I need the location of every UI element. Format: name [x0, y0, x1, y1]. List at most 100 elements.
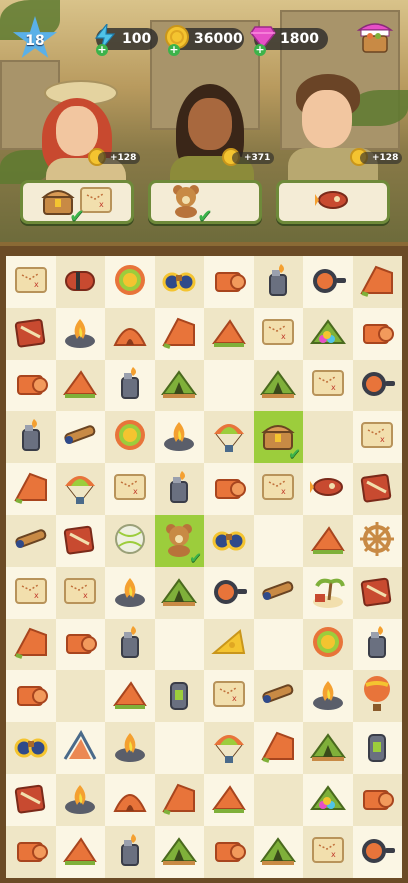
board-cell[interactable] — [105, 825, 155, 878]
ship-wheel-icon[interactable] — [358, 520, 396, 562]
mat-roll-icon[interactable] — [12, 831, 50, 873]
board-cell[interactable] — [6, 825, 56, 878]
telescope-icon[interactable] — [259, 572, 297, 614]
lighter-icon[interactable] — [160, 468, 198, 510]
board-cell[interactable]: x — [303, 825, 353, 878]
add-coins-icon[interactable]: + — [168, 44, 180, 56]
treasure-island-icon[interactable] — [309, 572, 347, 614]
board-cell[interactable] — [55, 722, 105, 774]
mat-roll-icon[interactable] — [61, 623, 99, 665]
map-icon[interactable]: x — [309, 364, 347, 406]
board-cell[interactable] — [303, 670, 353, 723]
board-cell[interactable] — [154, 463, 204, 515]
tent-green-loaded-icon[interactable] — [309, 779, 347, 821]
binoculars-icon[interactable] — [12, 727, 50, 769]
board-cell[interactable] — [55, 307, 105, 360]
board-cell[interactable] — [6, 514, 56, 567]
tent-green-loaded-icon[interactable] — [309, 313, 347, 355]
tent-wedge-icon[interactable] — [61, 364, 99, 406]
frying-pan-icon[interactable] — [210, 572, 248, 614]
cheese-map-icon[interactable] — [210, 623, 248, 665]
board-cell[interactable] — [105, 359, 155, 412]
board-cell[interactable] — [253, 514, 303, 567]
board-cell[interactable] — [253, 825, 303, 878]
tent-wedge-icon[interactable] — [210, 779, 248, 821]
board-cell[interactable] — [303, 514, 353, 567]
board-cell[interactable] — [55, 463, 105, 515]
board-cell[interactable] — [303, 566, 353, 619]
mat-roll-icon[interactable] — [210, 831, 248, 873]
board-cell[interactable] — [303, 411, 353, 464]
board-cell[interactable] — [55, 256, 105, 308]
board-cell[interactable] — [204, 359, 254, 412]
blanket-icon[interactable] — [358, 468, 396, 510]
board-cell[interactable] — [352, 618, 402, 671]
map-icon[interactable]: x — [12, 261, 50, 303]
board-cell[interactable] — [6, 463, 56, 515]
telescope-icon[interactable] — [61, 416, 99, 458]
board-cell[interactable] — [55, 514, 105, 567]
order-card-1[interactable]: x ✔ — [20, 180, 134, 227]
board-cell[interactable] — [253, 359, 303, 412]
board-cell[interactable] — [253, 256, 303, 308]
board-cell[interactable] — [204, 722, 254, 774]
blanket-icon[interactable] — [61, 520, 99, 562]
board-cell[interactable] — [154, 307, 204, 360]
board-cell[interactable] — [154, 256, 204, 308]
tent-orange-icon[interactable] — [12, 468, 50, 510]
board-cell[interactable] — [352, 773, 402, 826]
board-cell[interactable] — [154, 566, 204, 619]
add-energy-icon[interactable]: + — [96, 44, 108, 56]
canister-icon[interactable] — [358, 727, 396, 769]
parachute-icon[interactable] — [61, 468, 99, 510]
frying-pan-icon[interactable] — [309, 261, 347, 303]
map-icon[interactable]: x — [259, 313, 297, 355]
board-cell[interactable] — [204, 825, 254, 878]
campfire-icon[interactable] — [61, 779, 99, 821]
board-cell[interactable] — [352, 670, 402, 723]
board-cell[interactable] — [6, 359, 56, 412]
board-cell[interactable] — [303, 618, 353, 671]
board-cell[interactable] — [204, 411, 254, 464]
board-cell[interactable] — [204, 256, 254, 308]
board-cell[interactable] — [6, 411, 56, 464]
board-cell[interactable] — [303, 722, 353, 774]
blanket-icon[interactable] — [358, 572, 396, 614]
balloon-icon[interactable] — [358, 675, 396, 717]
map-icon[interactable]: x — [12, 572, 50, 614]
board-cell[interactable] — [105, 722, 155, 774]
shop-icon[interactable] — [356, 18, 394, 56]
merge-board[interactable]: x x x ✔ x x x ✔ x x x x — [6, 256, 402, 878]
campfire-icon[interactable] — [111, 572, 149, 614]
rocket-icon[interactable] — [309, 468, 347, 510]
board-cell[interactable] — [6, 618, 56, 671]
board-cell[interactable] — [105, 618, 155, 671]
map-icon[interactable]: x — [61, 572, 99, 614]
tent-wedge-icon[interactable] — [210, 313, 248, 355]
telescope-icon[interactable] — [12, 520, 50, 562]
board-cell[interactable]: x — [204, 670, 254, 723]
gem-counter[interactable]: + 1800 — [250, 26, 328, 56]
mat-roll-icon[interactable] — [12, 364, 50, 406]
telescope-icon[interactable] — [259, 675, 297, 717]
order-card-3[interactable] — [276, 180, 390, 224]
mat-roll-icon[interactable] — [358, 779, 396, 821]
board-cell[interactable] — [105, 411, 155, 464]
board-cell[interactable]: x — [303, 359, 353, 412]
canister-icon[interactable] — [160, 675, 198, 717]
board-cell[interactable] — [204, 566, 254, 619]
energy-counter[interactable]: + 100 — [94, 24, 158, 56]
board-cell[interactable] — [55, 618, 105, 671]
map-icon[interactable]: x — [309, 831, 347, 873]
map-icon[interactable]: x — [259, 468, 297, 510]
lighter-icon[interactable] — [358, 623, 396, 665]
lighter-icon[interactable] — [111, 623, 149, 665]
board-cell[interactable] — [352, 514, 402, 567]
board-cell[interactable] — [352, 722, 402, 774]
plate-icon[interactable] — [111, 416, 149, 458]
board-cell[interactable] — [253, 773, 303, 826]
board-cell[interactable] — [253, 722, 303, 774]
mat-roll-icon[interactable] — [358, 313, 396, 355]
frying-pan-icon[interactable] — [358, 364, 396, 406]
board-cell[interactable] — [154, 722, 204, 774]
